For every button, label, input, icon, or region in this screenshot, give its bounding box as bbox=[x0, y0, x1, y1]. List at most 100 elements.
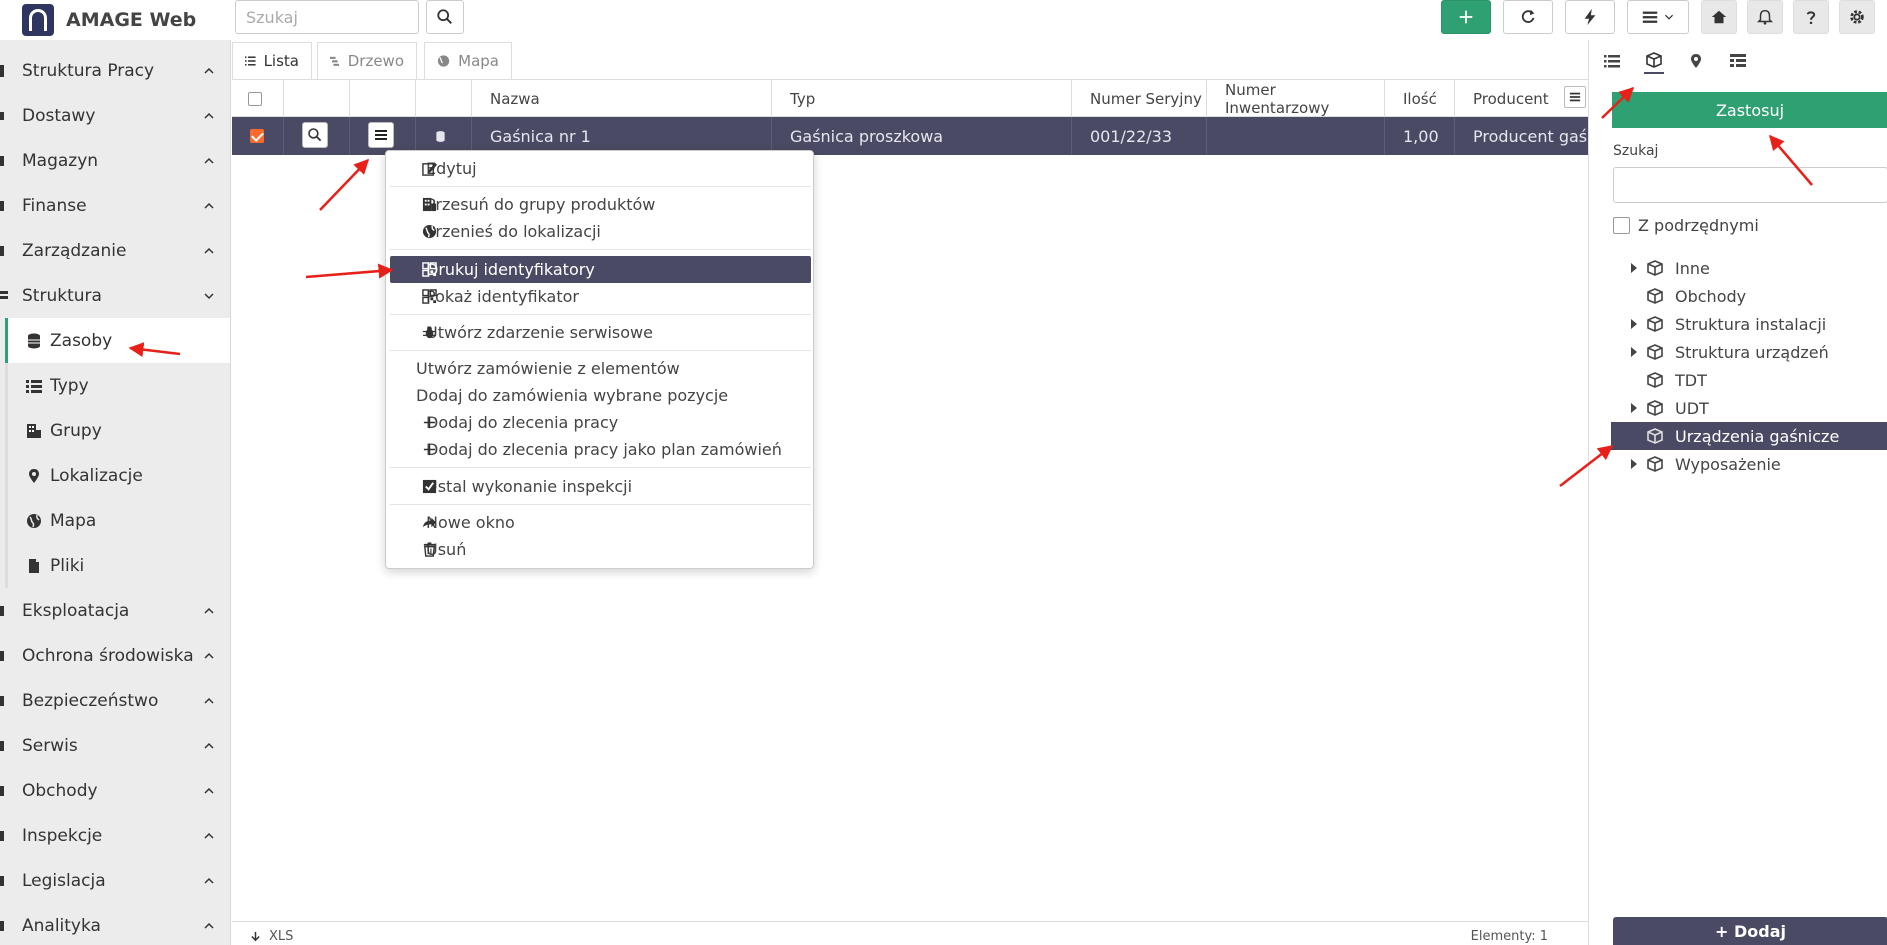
search-button[interactable] bbox=[426, 0, 464, 34]
file-icon bbox=[29, 558, 39, 573]
menu-separator bbox=[390, 350, 811, 351]
header-blank bbox=[284, 80, 350, 117]
panel-tab-list[interactable] bbox=[1602, 48, 1622, 74]
home-button[interactable] bbox=[1701, 0, 1737, 34]
sidebar-item-zarzadzanie[interactable]: Zarządzanie bbox=[0, 228, 230, 273]
sidebar-item-legislacja[interactable]: Legislacja bbox=[0, 858, 230, 903]
sidebar-subitem-grupy[interactable]: Grupy bbox=[5, 408, 230, 453]
sidebar-item-obchody[interactable]: Obchody bbox=[0, 768, 230, 813]
add-button[interactable] bbox=[1441, 0, 1491, 34]
sidebar-subitem-pliki[interactable]: Pliki bbox=[5, 543, 230, 588]
refresh-icon bbox=[1521, 9, 1535, 23]
expand-caret-icon[interactable] bbox=[1631, 319, 1637, 329]
column-settings-button[interactable] bbox=[1564, 86, 1586, 108]
cube-icon bbox=[1647, 288, 1663, 304]
sidebar: Struktura Pracy Dostawy Magazyn Finanse … bbox=[0, 40, 231, 945]
column-header-ilosc[interactable]: Ilość bbox=[1385, 80, 1455, 117]
settings-button[interactable] bbox=[1839, 0, 1875, 34]
tree-node-struktura-instalacji[interactable]: Struktura instalacji bbox=[1611, 310, 1887, 338]
menu-item-dodaj-do-zlecenia-plan[interactable]: Dodaj do zlecenia pracy jako plan zamówi… bbox=[390, 436, 811, 463]
menu-item-nowe-okno[interactable]: Nowe okno bbox=[390, 509, 811, 536]
cell-numer-inwentarzowy bbox=[1207, 117, 1385, 155]
sidebar-item-analityka[interactable]: Analityka bbox=[0, 903, 230, 945]
column-header-numer-seryjny[interactable]: Numer Seryjny bbox=[1072, 80, 1207, 117]
tree-node-urzadzenia-gasnicze[interactable]: Urządzenia gaśnicze bbox=[1611, 422, 1887, 450]
menu-item-przenies-do-lokalizacji[interactable]: Przenieś do lokalizacji bbox=[390, 218, 811, 245]
column-header-numer-inwentarzowy[interactable]: Numer Inwentarzowy bbox=[1207, 80, 1385, 117]
panel-tab-cube[interactable] bbox=[1644, 48, 1664, 74]
refresh-button[interactable] bbox=[1503, 0, 1553, 34]
menu-item-usun[interactable]: Usuń bbox=[390, 536, 811, 563]
cell-ilosc: 1,00 bbox=[1385, 117, 1455, 155]
sidebar-item-struktura[interactable]: Struktura bbox=[0, 273, 230, 318]
tab-drzewo[interactable]: Drzewo bbox=[317, 42, 417, 79]
menu-item-edytuj[interactable]: Edytuj bbox=[390, 155, 811, 182]
tree-node-inne[interactable]: Inne bbox=[1611, 254, 1887, 282]
cube-icon bbox=[1647, 316, 1663, 332]
qrcode-icon bbox=[422, 262, 437, 277]
sidebar-subitem-zasoby[interactable]: Zasoby bbox=[5, 318, 230, 363]
quick-actions-button[interactable] bbox=[1565, 0, 1615, 34]
tab-lista[interactable]: Lista bbox=[232, 42, 312, 79]
expand-caret-icon[interactable] bbox=[1631, 347, 1637, 357]
column-header-nazwa[interactable]: Nazwa bbox=[472, 80, 772, 117]
menu-item-pokaz-identyfikator[interactable]: Pokaż identyfikator bbox=[390, 283, 811, 310]
tab-mapa[interactable]: Mapa bbox=[424, 42, 512, 79]
sidebar-item-eksploatacja[interactable]: Eksploatacja bbox=[0, 588, 230, 633]
select-all-cell bbox=[232, 80, 284, 117]
hamburger-icon bbox=[375, 130, 387, 140]
expand-caret-icon[interactable] bbox=[1631, 459, 1637, 469]
include-children-option[interactable]: Z podrzędnymi bbox=[1613, 216, 1759, 235]
sidebar-item-struktura-pracy[interactable]: Struktura Pracy bbox=[0, 48, 230, 93]
row-view-button[interactable] bbox=[302, 122, 328, 148]
tree-node-udt[interactable]: UDT bbox=[1611, 394, 1887, 422]
menu-item-ustal-wykonanie-inspekcji[interactable]: Ustal wykonanie inspekcji bbox=[390, 473, 811, 500]
sidebar-item-bezpieczenstwo[interactable]: Bezpieczeństwo bbox=[0, 678, 230, 723]
plus-icon bbox=[423, 443, 436, 456]
include-children-checkbox[interactable] bbox=[1613, 217, 1630, 234]
sidebar-item-inspekcje[interactable]: Inspekcje bbox=[0, 813, 230, 858]
menu-item-utworz-zdarzenie-serwisowe[interactable]: Utwórz zdarzenie serwisowe bbox=[390, 319, 811, 346]
panel-search-input[interactable] bbox=[1613, 167, 1887, 203]
tree-node-tdt[interactable]: TDT bbox=[1611, 366, 1887, 394]
notifications-button[interactable] bbox=[1747, 0, 1783, 34]
sidebar-item-dostawy[interactable]: Dostawy bbox=[0, 93, 230, 138]
export-xls-button[interactable]: XLS bbox=[250, 929, 293, 944]
menu-item-dodaj-do-zlecenia[interactable]: Dodaj do zlecenia pracy bbox=[390, 409, 811, 436]
menu-item-dodaj-do-zamowienia[interactable]: Dodaj do zamówienia wybrane pozycje bbox=[390, 382, 811, 409]
search-input[interactable] bbox=[235, 0, 419, 34]
add-node-button[interactable]: + Dodaj bbox=[1613, 917, 1887, 945]
sidebar-subitem-mapa[interactable]: Mapa bbox=[5, 498, 230, 543]
help-button[interactable] bbox=[1793, 0, 1829, 34]
tree-icon bbox=[330, 56, 340, 66]
tree-node-wyposazenie[interactable]: Wyposażenie bbox=[1611, 450, 1887, 478]
menu-dropdown-button[interactable] bbox=[1627, 0, 1689, 34]
leaf-icon bbox=[0, 650, 4, 661]
sidebar-item-finanse[interactable]: Finanse bbox=[0, 183, 230, 228]
column-header-typ[interactable]: Typ bbox=[772, 80, 1072, 117]
panel-tab-table[interactable] bbox=[1728, 48, 1748, 74]
chevron-up-icon bbox=[204, 832, 214, 839]
panel-tab-location[interactable] bbox=[1686, 48, 1706, 74]
expand-caret-icon[interactable] bbox=[1631, 403, 1637, 413]
sidebar-item-ochrona-srodowiska[interactable]: Ochrona środowiska bbox=[0, 633, 230, 678]
structure-icon bbox=[0, 290, 8, 299]
row-checkbox[interactable] bbox=[250, 129, 264, 143]
database-icon bbox=[436, 130, 445, 142]
menu-item-drukuj-identyfikatory[interactable]: Drukuj identyfikatory bbox=[390, 256, 811, 283]
sidebar-item-serwis[interactable]: Serwis bbox=[0, 723, 230, 768]
tree-node-struktura-urzadzen[interactable]: Struktura urządzeń bbox=[1611, 338, 1887, 366]
menu-item-przesun-do-grupy[interactable]: Przesuń do grupy produktów bbox=[390, 191, 811, 218]
header-blank bbox=[350, 80, 416, 117]
select-all-checkbox[interactable] bbox=[248, 91, 262, 106]
sidebar-subitem-lokalizacje[interactable]: Lokalizacje bbox=[5, 453, 230, 498]
sidebar-item-magazyn[interactable]: Magazyn bbox=[0, 138, 230, 183]
database-icon bbox=[28, 333, 40, 348]
tree-node-obchody[interactable]: Obchody bbox=[1611, 282, 1887, 310]
row-menu-button[interactable] bbox=[368, 122, 394, 148]
apply-button[interactable]: Zastosuj bbox=[1612, 92, 1887, 128]
sidebar-subitem-typy[interactable]: Typy bbox=[5, 363, 230, 408]
app-logo[interactable]: AMAGE Web bbox=[0, 0, 232, 40]
menu-item-utworz-zamowienie[interactable]: Utwórz zamówienie z elementów bbox=[390, 355, 811, 382]
expand-caret-icon[interactable] bbox=[1631, 263, 1637, 273]
